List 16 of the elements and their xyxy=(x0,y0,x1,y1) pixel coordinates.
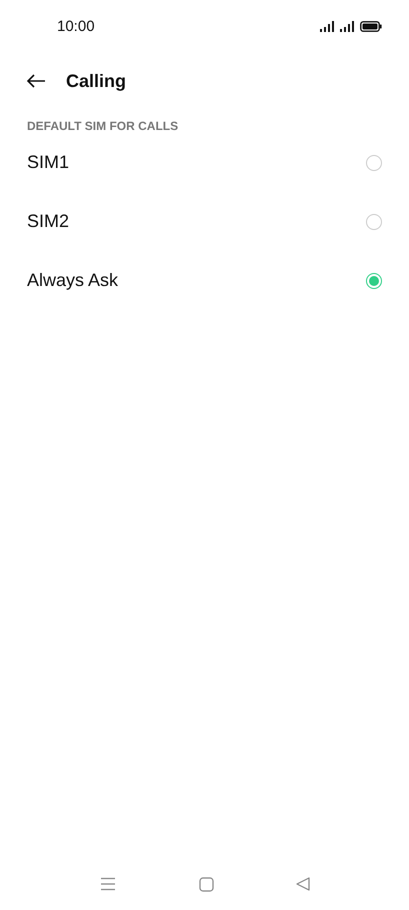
back-button[interactable] xyxy=(26,74,46,88)
option-label: SIM1 xyxy=(27,152,70,173)
back-icon[interactable] xyxy=(296,877,310,891)
status-time: 10:00 xyxy=(57,18,95,34)
radio-button[interactable] xyxy=(366,272,382,288)
signal-icon xyxy=(320,20,335,32)
page-title: Calling xyxy=(66,70,126,92)
battery-icon xyxy=(360,20,382,32)
radio-button[interactable] xyxy=(366,154,382,170)
radio-button[interactable] xyxy=(366,214,382,230)
option-label: Always Ask xyxy=(27,270,118,291)
signal-icon xyxy=(340,20,355,32)
option-label: SIM2 xyxy=(27,211,70,232)
section-heading: DEFAULT SIM FOR CALLS xyxy=(26,119,180,133)
home-icon[interactable] xyxy=(198,876,214,892)
menu-icon[interactable] xyxy=(100,877,116,891)
